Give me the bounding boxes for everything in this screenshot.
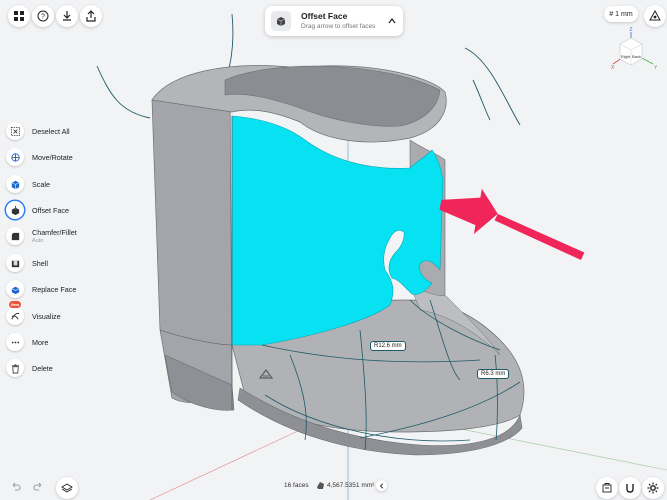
- dimension-label-r2[interactable]: R6.3 mm: [477, 369, 510, 379]
- view-cube-z-label: Z: [629, 27, 632, 33]
- more-dots-icon: [6, 333, 24, 351]
- materials-icon: [602, 483, 612, 493]
- sketch-curve-left: [96, 65, 151, 119]
- menu-delete[interactable]: Delete: [6, 357, 126, 379]
- sketch-curve-right-1: [464, 47, 521, 126]
- magnet-icon: [626, 484, 634, 493]
- snap-icon: [649, 10, 661, 21]
- total-area: 4,567.5351 mm²: [327, 482, 375, 489]
- share-button[interactable]: [80, 5, 102, 27]
- trash-icon: [6, 359, 24, 377]
- grid-units-pill[interactable]: # 1 mm: [604, 6, 638, 22]
- tool-subtitle: Drag arrow to offset faces: [301, 23, 376, 30]
- dimension-label-r1[interactable]: R12.6 mm: [370, 341, 406, 351]
- share-icon: [86, 10, 96, 22]
- view-cube[interactable]: Z X Y Right Back: [607, 26, 663, 78]
- menu-move-rotate[interactable]: Move/Rotate: [6, 146, 126, 168]
- sketch-curve-right-2: [472, 79, 491, 121]
- analysis-button[interactable]: [619, 477, 641, 499]
- face-count: 16 faces: [284, 482, 309, 489]
- menu-deselect-all[interactable]: Deselect All: [6, 120, 126, 142]
- download-icon: [63, 11, 71, 21]
- viewport[interactable]: [0, 0, 667, 500]
- menu-label: Move/Rotate: [32, 152, 73, 162]
- help-button[interactable]: ?: [32, 5, 54, 27]
- redo-icon[interactable]: [32, 480, 44, 492]
- chevron-left-icon: [379, 482, 383, 489]
- menu-label: Deselect All: [32, 126, 70, 136]
- tool-title: Offset Face: [301, 11, 348, 21]
- pointer-arrow-icon: [439, 188, 585, 261]
- menu-more[interactable]: More: [6, 331, 126, 353]
- menu-label: More: [32, 337, 49, 347]
- menu-label: Scale: [32, 179, 50, 189]
- view-cube-x-label: X: [611, 65, 615, 71]
- menu-replace-face[interactable]: Replace Face: [6, 278, 126, 300]
- replace-face-icon: [6, 280, 24, 298]
- gear-icon: [647, 482, 659, 494]
- menu-label: Visualize: [32, 311, 61, 321]
- svg-text:?: ?: [41, 14, 45, 21]
- active-tool-card[interactable]: Offset Face Drag arrow to offset faces: [265, 6, 403, 36]
- status-expand-button[interactable]: [376, 480, 387, 491]
- view-cube-y-label: Y: [654, 65, 658, 71]
- menu-label: Replace Face: [32, 284, 77, 294]
- boot-model[interactable]: [151, 65, 525, 456]
- import-button[interactable]: [56, 5, 78, 27]
- menu-label: Offset Face: [32, 205, 70, 215]
- shell-icon: [6, 254, 24, 272]
- chamfer-fillet-icon: [6, 227, 24, 245]
- menu-scale[interactable]: Scale: [6, 173, 126, 195]
- view-cube-back-face[interactable]: Back: [632, 54, 641, 59]
- x-axis-line: [149, 429, 301, 500]
- offset-face-thumbnail-icon: [271, 11, 291, 31]
- chevron-up-icon[interactable]: [388, 17, 396, 25]
- area-icon: [317, 482, 324, 489]
- offset-drag-handle[interactable]: [438, 202, 588, 238]
- visualize-icon: [6, 307, 24, 325]
- scale-cube-icon: [6, 175, 24, 193]
- deselect-icon: [6, 122, 24, 140]
- view-options-button[interactable]: [644, 5, 666, 27]
- grid-menu-button[interactable]: [8, 5, 30, 27]
- layers-icon: [61, 483, 73, 493]
- grid-icon: [14, 11, 24, 21]
- menu-shell[interactable]: Shell: [6, 252, 126, 274]
- menu-offset-face[interactable]: Offset Face: [6, 199, 126, 221]
- materials-button[interactable]: [596, 477, 618, 499]
- undo-icon[interactable]: [10, 480, 22, 492]
- menu-label: Chamfer/Fillet: [32, 228, 77, 237]
- view-cube-right-face[interactable]: Right: [621, 54, 631, 59]
- help-icon: ?: [37, 10, 49, 22]
- menu-label: Shell: [32, 258, 48, 268]
- menu-label: Delete: [32, 363, 53, 373]
- menu-chamfer-fillet[interactable]: Chamfer/Fillet Auto: [6, 225, 126, 247]
- move-rotate-icon: [6, 148, 24, 166]
- offset-face-icon: [6, 201, 24, 219]
- menu-visualize[interactable]: New Visualize: [6, 301, 126, 327]
- menu-sublabel: Auto: [32, 238, 44, 244]
- settings-button[interactable]: [642, 477, 664, 499]
- layers-button[interactable]: [56, 477, 78, 499]
- new-badge: New: [9, 301, 22, 308]
